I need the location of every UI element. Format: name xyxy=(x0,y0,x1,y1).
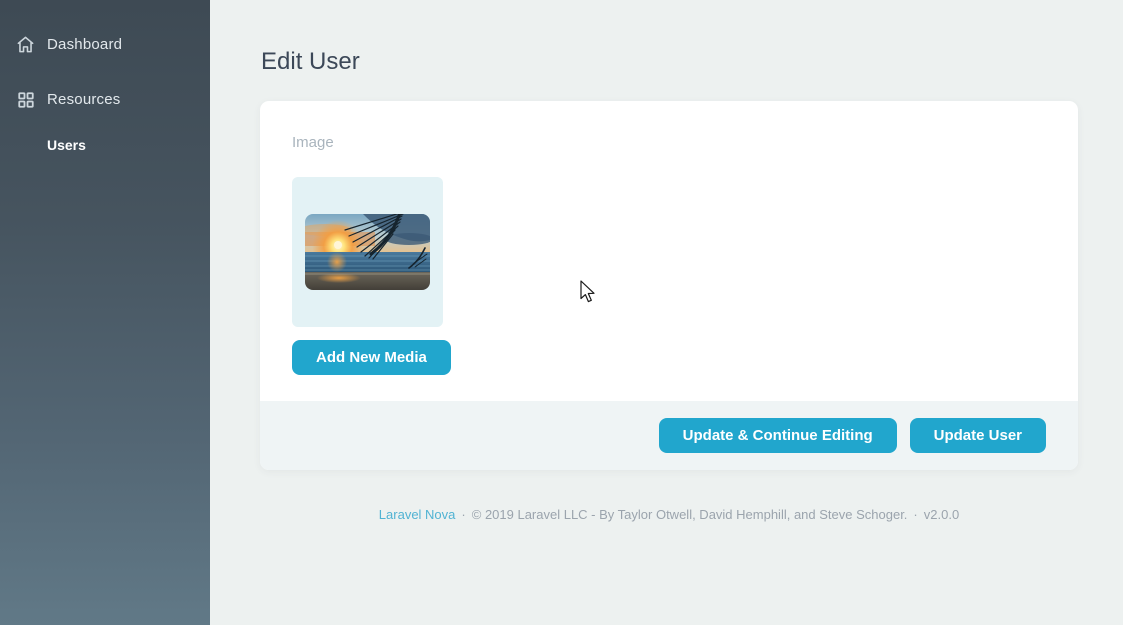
update-continue-button[interactable]: Update & Continue Editing xyxy=(659,418,897,453)
update-user-button[interactable]: Update User xyxy=(910,418,1046,453)
card-footer: Update & Continue Editing Update User xyxy=(260,401,1078,470)
media-thumbnail-image xyxy=(305,214,430,290)
sidebar-item-label: Dashboard xyxy=(47,36,122,53)
page-footer: Laravel Nova · © 2019 Laravel LLC - By Tay… xyxy=(260,507,1078,522)
sidebar-item-users[interactable]: Users xyxy=(0,133,210,159)
sidebar-item-dashboard[interactable]: Dashboard xyxy=(0,27,210,62)
image-field-label: Image xyxy=(292,134,1046,151)
home-icon xyxy=(16,35,35,54)
footer-copyright: © 2019 Laravel LLC - By Taylor Otwell, D… xyxy=(472,507,908,522)
add-new-media-button[interactable]: Add New Media xyxy=(292,340,451,375)
card-body: Image xyxy=(260,101,1078,401)
grid-icon xyxy=(16,90,35,109)
footer-separator: · xyxy=(461,507,465,522)
media-preview-box[interactable] xyxy=(292,177,443,327)
edit-user-card: Image xyxy=(260,101,1078,470)
laravel-nova-link[interactable]: Laravel Nova xyxy=(379,507,456,522)
sidebar-item-label: Resources xyxy=(47,91,121,108)
footer-separator: · xyxy=(913,507,917,522)
sidebar-subitem-label: Users xyxy=(47,137,86,153)
sidebar-item-resources[interactable]: Resources xyxy=(0,82,210,117)
sidebar: Dashboard Resources Users xyxy=(0,0,210,625)
main-content: Edit User Image xyxy=(210,0,1123,625)
page-title: Edit User xyxy=(260,48,1078,76)
footer-version: v2.0.0 xyxy=(924,507,959,522)
